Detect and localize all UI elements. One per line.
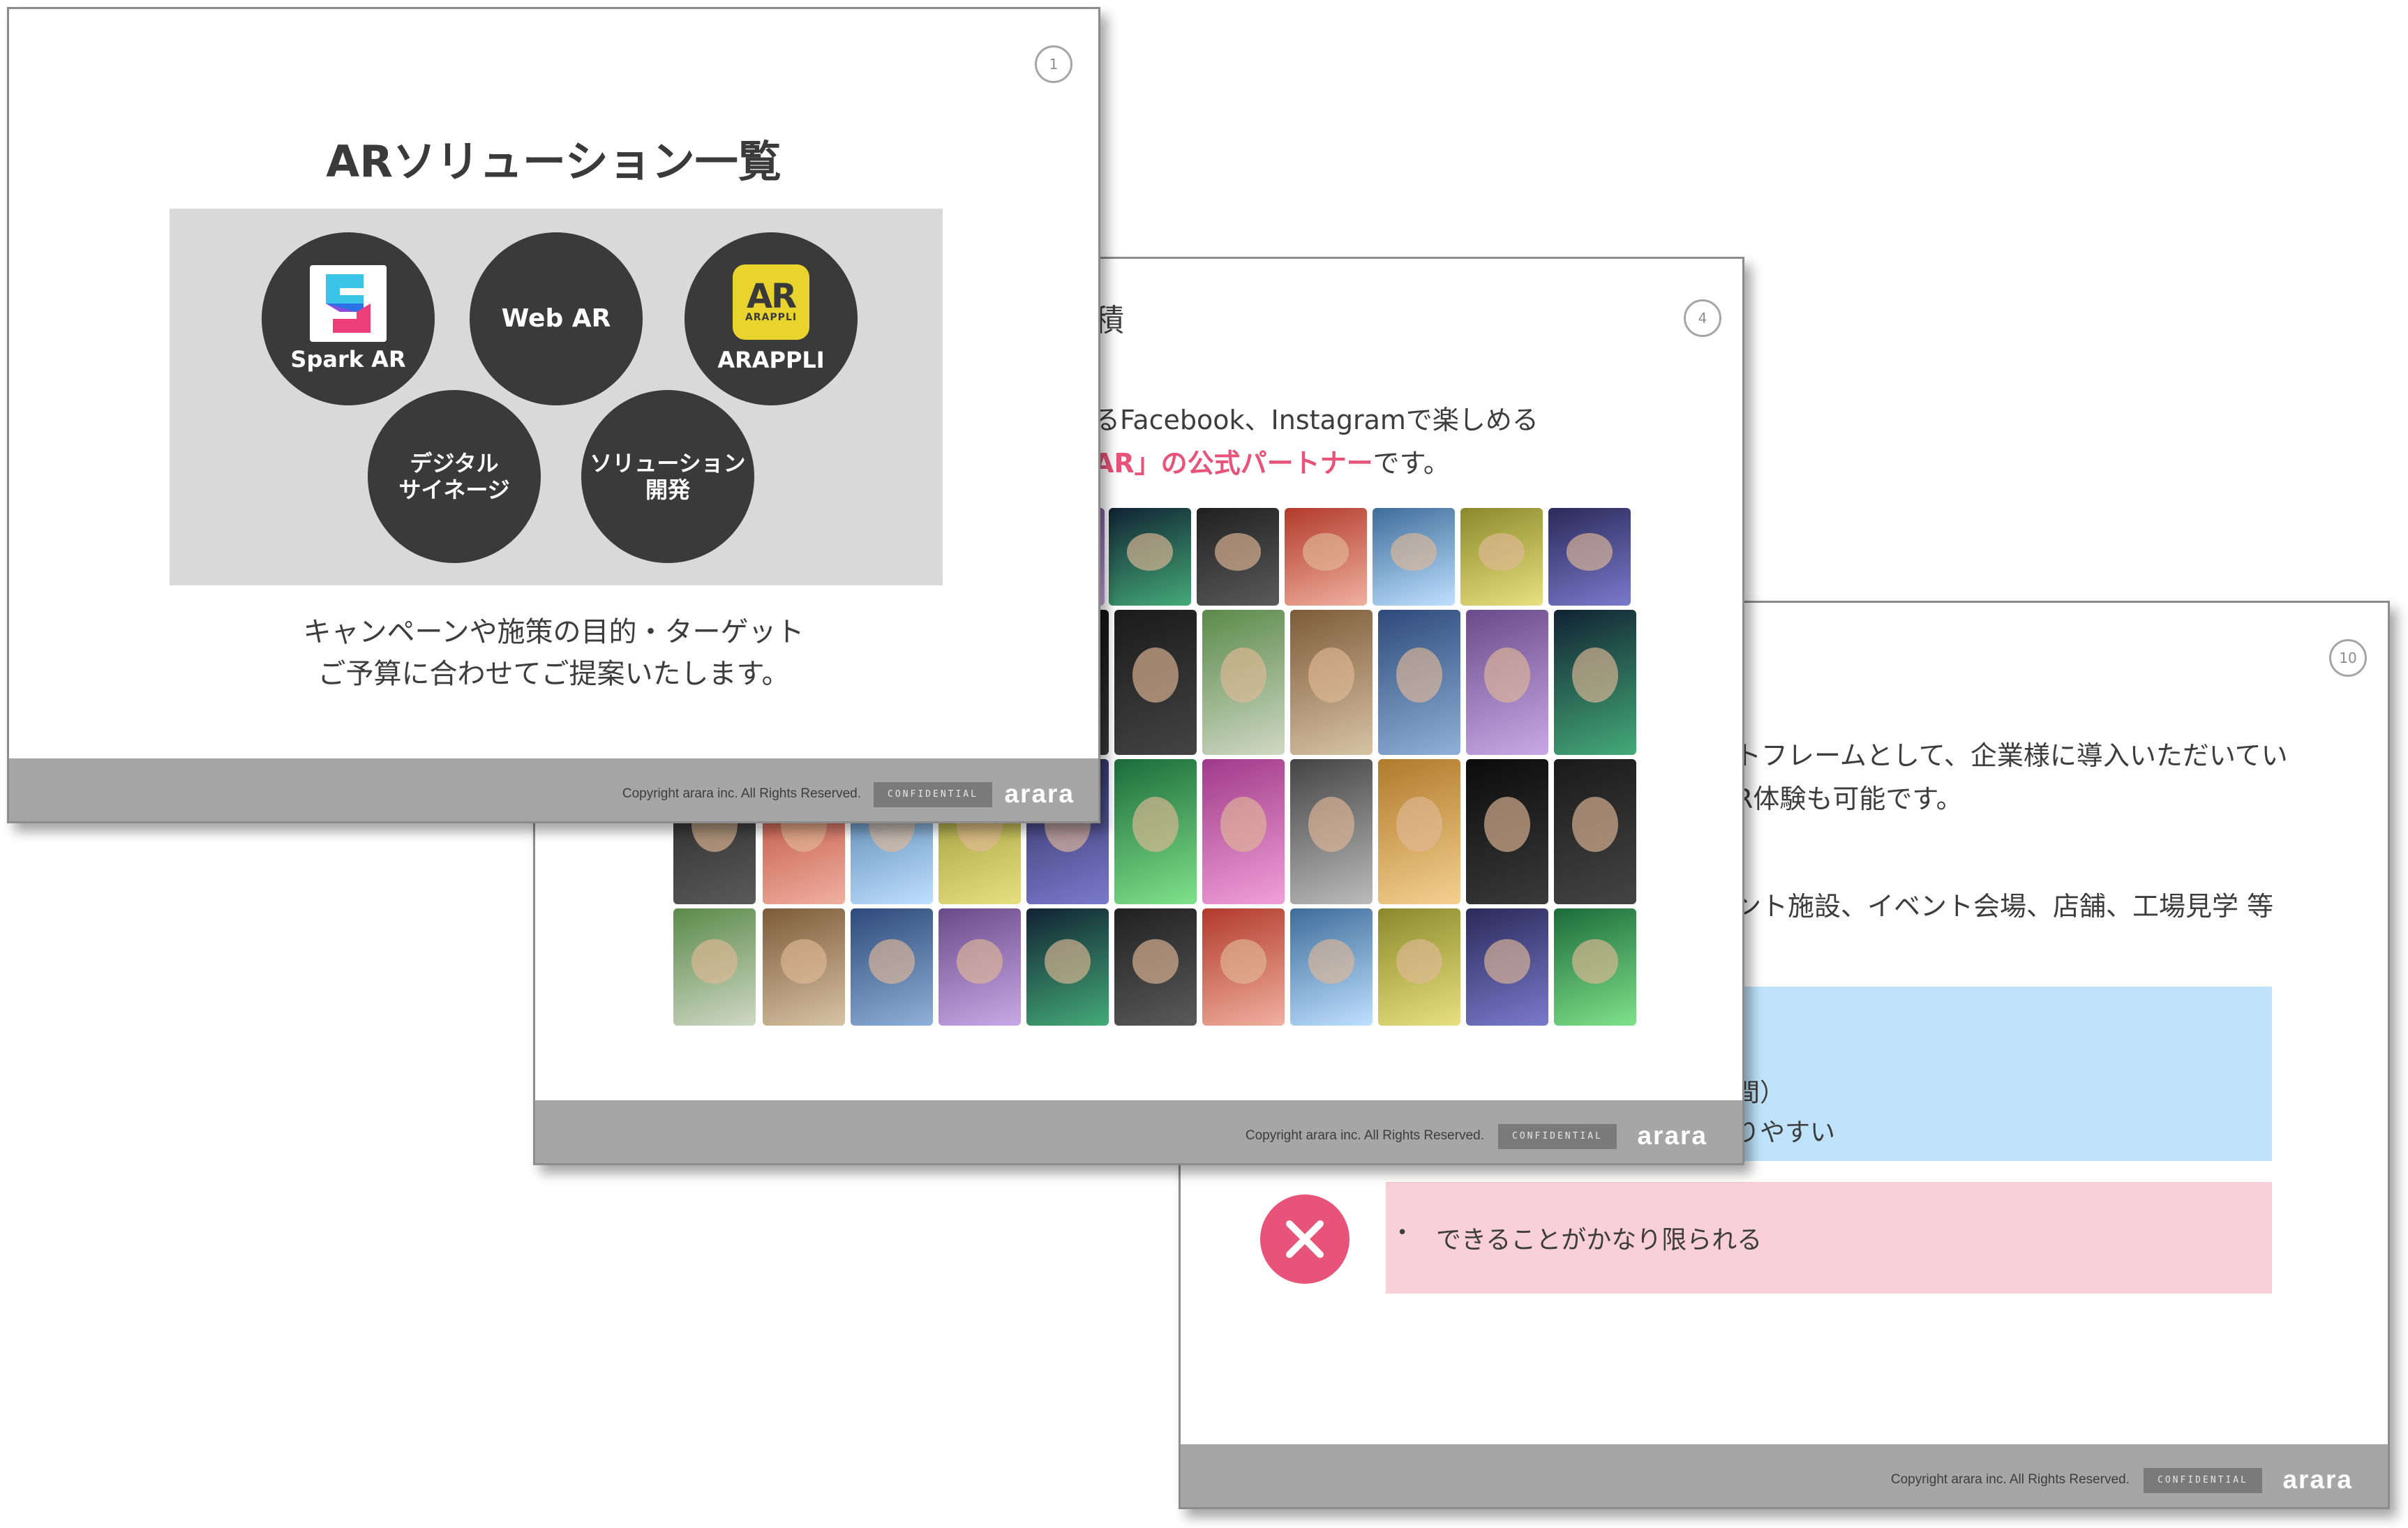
slide-footer: Copyright arara inc. All Rights Reserved… <box>9 758 1098 821</box>
solutions-panel: Spark AR Web AR AR ARAPPLI ARAPPLI デジタル … <box>170 209 943 585</box>
page-number: 10 <box>2329 639 2367 677</box>
ar-filter-photo <box>1548 508 1631 606</box>
slide-footer: Copyright arara inc. All Rights Reserved… <box>535 1100 1742 1163</box>
ar-filter-photo <box>1466 908 1548 1026</box>
brand-logo: arara <box>1004 779 1075 808</box>
bullet-dot: • <box>1397 1222 1408 1243</box>
ar-filter-photo <box>1290 610 1373 755</box>
slide-text-line: ント施設、イベント会場、店舗、工場見学 等 <box>1735 891 2274 922</box>
slide-text-line: トフレームとして、企業様に導入いただいてい <box>1735 740 2288 771</box>
pro-text-fragment: りやすい <box>1735 1118 1836 1147</box>
ar-filter-photo <box>1378 610 1460 755</box>
solution-label: Spark AR <box>290 346 406 373</box>
solution-label: デジタル <box>410 450 499 477</box>
ar-filter-photo <box>851 908 933 1026</box>
slide-1: 1 ARソリューション一覧 Spark AR Web AR AR ARAPPLI… <box>7 7 1100 823</box>
solution-spark-ar: Spark AR <box>262 232 435 405</box>
con-text: できることがかなり限られる <box>1436 1226 1763 1254</box>
page-number: 4 <box>1684 299 1721 337</box>
ar-filter-photo <box>1114 908 1197 1026</box>
solution-custom-development: ソリューション 開発 <box>581 390 754 563</box>
ar-filter-photo <box>1554 759 1636 904</box>
confidential-badge: CONFIDENTIAL <box>1498 1124 1617 1149</box>
ar-filter-photo <box>1202 908 1285 1026</box>
ar-filter-photo <box>1109 508 1191 606</box>
ar-filter-photo <box>1378 759 1460 904</box>
slide-caption: キャンペーンや施策の目的・ターゲット ご予算に合わせてご提案いたします。 <box>303 616 805 690</box>
cross-mark-icon <box>1260 1194 1349 1284</box>
ar-filter-photo <box>1373 508 1455 606</box>
copyright-text: Copyright arara inc. All Rights Reserved… <box>1890 1472 2130 1487</box>
plain-text: です。 <box>1373 448 1450 479</box>
ar-filter-photo <box>1554 908 1636 1026</box>
ar-filter-photo <box>1554 610 1636 755</box>
brand-logo: arara <box>2282 1465 2353 1494</box>
ar-filter-photo <box>1114 610 1197 755</box>
ar-filter-photo <box>763 908 845 1026</box>
solution-label: ARAPPLI <box>717 347 825 373</box>
slide-text-line: るFacebook、Instagramで楽しめる <box>1093 405 1539 435</box>
confidential-badge: CONFIDENTIAL <box>874 782 992 807</box>
solution-label: サイネージ <box>398 477 510 503</box>
ar-filter-photo <box>1114 759 1197 904</box>
ar-filter-photo <box>938 908 1021 1026</box>
confidential-badge: CONFIDENTIAL <box>2144 1468 2262 1493</box>
brand-logo: arara <box>1637 1121 1707 1150</box>
slide-text-line: R体験も可能です。 <box>1735 784 1963 814</box>
ar-filter-photo <box>673 908 756 1026</box>
slide-title: ARソリューション一覧 <box>326 136 782 187</box>
solution-digital-signage: デジタル サイネージ <box>368 390 541 563</box>
ar-filter-photo <box>1285 508 1367 606</box>
page-number: 1 <box>1035 45 1072 83</box>
highlight-text: AR」の公式パートナー <box>1093 448 1373 479</box>
ar-filter-photo <box>1202 759 1285 904</box>
ar-filter-photo <box>1026 908 1109 1026</box>
ar-filter-photo <box>1197 508 1279 606</box>
copyright-text: Copyright arara inc. All Rights Reserved… <box>1245 1128 1484 1143</box>
solution-arappli: AR ARAPPLI ARAPPLI <box>685 232 858 405</box>
solution-label: ソリューション <box>590 450 746 477</box>
solution-label: 開発 <box>645 477 690 503</box>
slide-text-line: AR」の公式パートナーです。 <box>1093 442 1450 480</box>
arappli-logo-icon: AR ARAPPLI <box>733 264 809 340</box>
ar-filter-photo <box>1460 508 1543 606</box>
solution-label: Web AR <box>501 304 611 333</box>
ar-filter-photo <box>1290 759 1373 904</box>
ar-filter-photo <box>1202 610 1285 755</box>
ar-filter-photo <box>1466 759 1548 904</box>
slide-footer: Copyright arara inc. All Rights Reserved… <box>1181 1444 2388 1507</box>
spark-ar-logo-icon <box>310 265 387 342</box>
ar-filter-photo <box>1378 908 1460 1026</box>
ar-filter-photo <box>1290 908 1373 1026</box>
copyright-text: Copyright arara inc. All Rights Reserved… <box>622 786 861 801</box>
solution-web-ar: Web AR <box>470 232 643 405</box>
ar-filter-photo <box>1466 610 1548 755</box>
